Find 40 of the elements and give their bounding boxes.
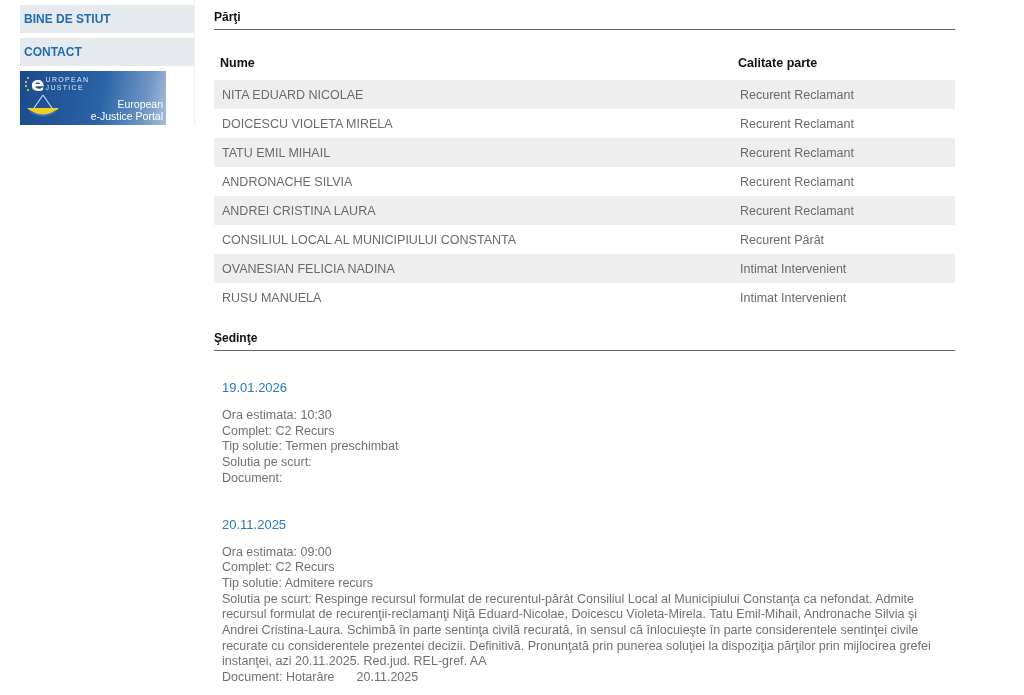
session-detail: Complet: C2 Recurs	[222, 423, 336, 440]
session-detail: Tip solutie: Admitere recurs	[222, 575, 374, 592]
table-cell-text: OVANESIAN FELICIA NADINA	[221, 261, 396, 276]
section-heading: Părţi	[214, 0, 955, 30]
sidebar-item[interactable]: BINE DE STIUT	[20, 5, 194, 33]
session-detail: Complet: C2 Recurs	[222, 560, 336, 576]
session-date: 19.01.2026	[222, 380, 288, 396]
table-cell-text: Intimat Intervenient	[739, 261, 848, 276]
column-header: Calitate parte	[737, 55, 819, 72]
scales-icon	[26, 94, 60, 118]
table-cell-text: CONSILIUL LOCAL AL MUNICIPIULUI CONSTANTA	[221, 232, 518, 247]
session-detail: Solutia pe scurt: Respinge recursul formulat de recurentul-pârât Consiliul Local al Municipiului Constanţa ca nefondat. Admite recursul formulat de recurenţii-reclamanţi Niţă Eduard-Nicolae, Doicescu Violeta-Mirela. Tatu Emil-Mihail, Andronache Silvia şi Andrei Cristina-Laura. Schimbă în parte sentinţa civilă recurată, în sensul că înlocuieşte în parte considerentele sentinţei civile recurate cu considerentele prezentei decizii. Definitivă. Pronunţată prin punerea soluţiei la dispoziţia părţilor prin mijlocirea grefei instanţei, azi 20.11.2025. Red.jud. REL-gref. AA	[222, 591, 932, 671]
session-detail: Document:	[222, 470, 284, 487]
table-cell-text: Recurent Reclamant	[739, 203, 855, 218]
session-detail: Ora estimata: 10:30	[222, 408, 333, 424]
table-cell-text: Recurent Reclamant	[739, 87, 855, 102]
session-detail: Solutia pe scurt:	[222, 455, 313, 471]
table-cell-text: Recurent Reclamant	[739, 145, 855, 160]
table-cell-text: RUSU MANUELA	[221, 290, 323, 305]
table-cell-text: Recurent Reclamant	[739, 174, 855, 189]
table-cell-text: Intimat Intervenient	[739, 290, 848, 305]
table-cell-text: ANDREI CRISTINA LAURA	[221, 203, 377, 218]
star-dots-icon	[24, 75, 30, 93]
banner-caption: e-Justice Portal	[90, 110, 163, 122]
table-cell-text: Recurent Pârât	[739, 232, 826, 247]
session-detail: Ora estimata: 09:00	[222, 544, 333, 561]
logo-letter: e	[31, 75, 45, 93]
sidebar-item[interactable]: CONTACT	[20, 38, 194, 66]
table-cell-text: NITA EDUARD NICOLAE	[221, 87, 365, 102]
section-heading: Şedinţe	[214, 321, 955, 351]
session-detail: Document: Hotarâre	[222, 670, 335, 686]
session-date: 20.11.2025	[222, 516, 287, 533]
table-cell-text: DOICESCU VIOLETA MIRELA	[221, 116, 394, 131]
column-header: Nume	[219, 55, 256, 72]
session-detail: Tip solutie: Termen preschimbat	[222, 439, 400, 456]
table-cell-text: ANDRONACHE SILVIA	[221, 174, 354, 189]
table-cell-text: Recurent Reclamant	[739, 116, 855, 131]
table-cell-text: TATU EMIL MIHAIL	[221, 145, 332, 160]
document-date: 20.11.2025	[356, 670, 419, 686]
banner-caption: European	[117, 98, 163, 110]
